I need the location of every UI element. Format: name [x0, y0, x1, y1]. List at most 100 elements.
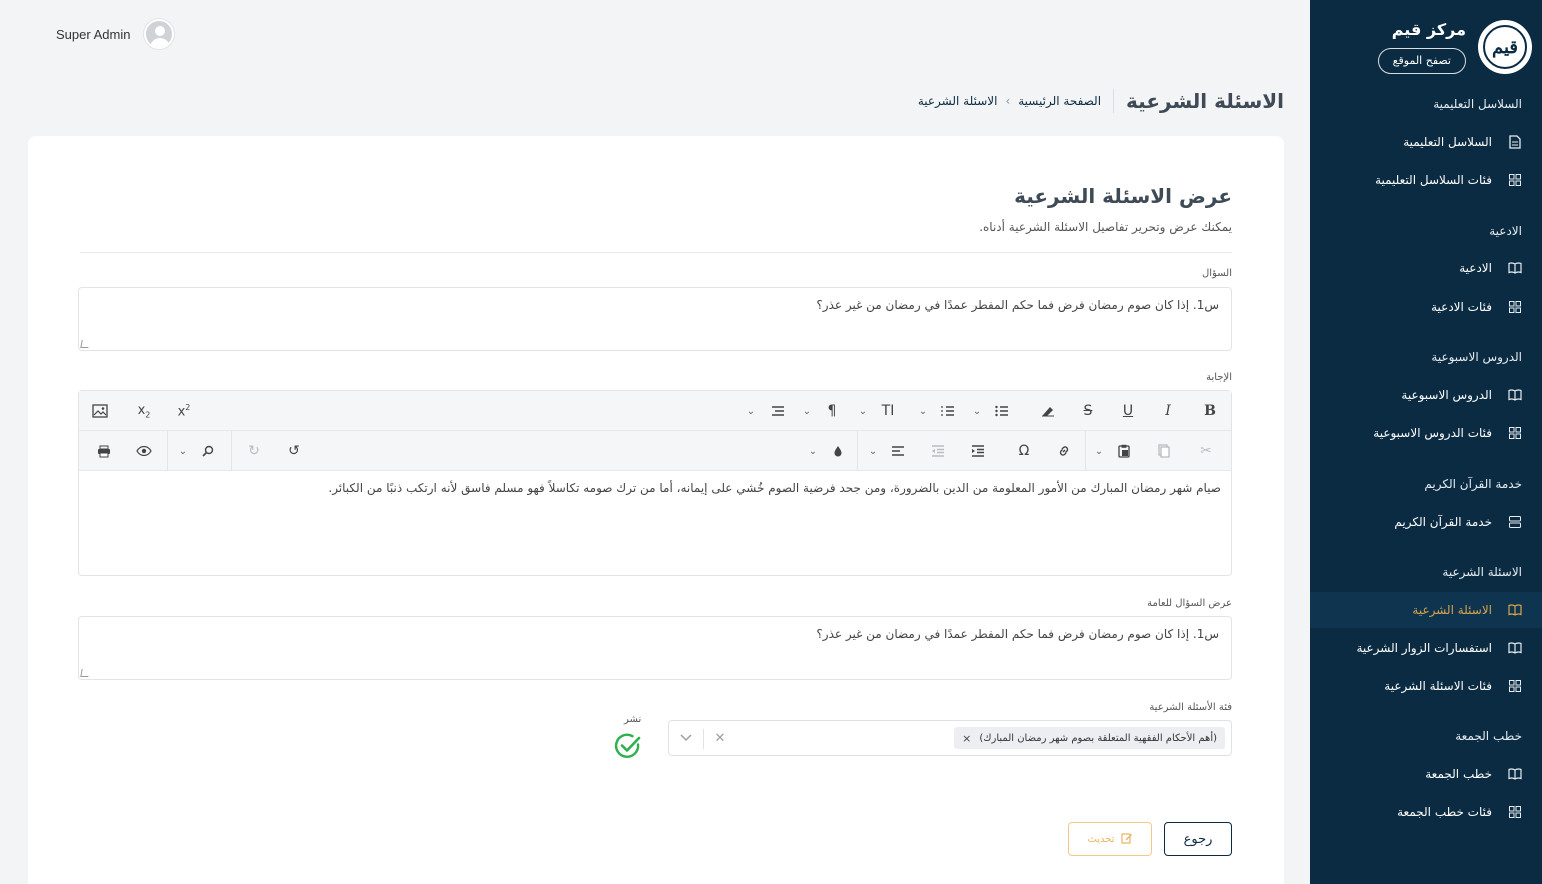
- chevron-down-icon[interactable]: ⌄: [1091, 439, 1107, 463]
- sidebar-item-label: فئات الدروس الاسبوعية: [1373, 426, 1492, 440]
- ordered-list-icon[interactable]: [935, 399, 961, 423]
- sidebar-item-friday-sermon-categories[interactable]: فئات خطب الجمعة: [1310, 794, 1542, 830]
- underline-icon[interactable]: U: [1115, 399, 1141, 423]
- chevron-down-icon[interactable]: [677, 729, 695, 747]
- back-button[interactable]: رجوع: [1164, 822, 1232, 856]
- sidebar-item-visitor-inquiries[interactable]: استفسارات الزوار الشرعية: [1310, 630, 1542, 666]
- indent-icon[interactable]: [965, 439, 991, 463]
- section-head-sharia-questions: الاسئلة الشرعية: [1442, 565, 1522, 579]
- chevron-down-icon[interactable]: ⌄: [805, 439, 821, 463]
- back-button-label: رجوع: [1183, 831, 1213, 846]
- sidebar-item-label: الادعية: [1459, 261, 1492, 275]
- sidebar-item-sharia-question-categories[interactable]: فئات الاسئلة الشرعية: [1310, 668, 1542, 704]
- grid-icon: [1508, 679, 1522, 693]
- sidebar-item-supplication-categories[interactable]: فئات الادعية: [1310, 289, 1542, 325]
- sidebar-item-label: فئات خطب الجمعة: [1397, 805, 1492, 819]
- question-textarea[interactable]: س1. إذا كان صوم رمضان فرض فما حكم المفطر…: [78, 287, 1232, 351]
- sidebar-item-label: فئات الادعية: [1431, 300, 1492, 314]
- sidebar-item-label: خطب الجمعة: [1425, 767, 1492, 781]
- brand-logo-text: قيم: [1483, 25, 1527, 69]
- question-card: عرض الاسئلة الشرعية يمكنك عرض وتحرير تفا…: [28, 136, 1284, 884]
- redo-icon[interactable]: ↻: [241, 439, 267, 463]
- link-icon[interactable]: [1051, 439, 1077, 463]
- sidebar-item-weekly-lesson-categories[interactable]: فئات الدروس الاسبوعية: [1310, 415, 1542, 451]
- chevron-down-icon[interactable]: ⌄: [855, 399, 871, 423]
- chevron-down-icon[interactable]: ⌄: [865, 439, 881, 463]
- public-question-text: س1. إذا كان صوم رمضان فرض فما حكم المفطر…: [816, 627, 1219, 641]
- sidebar-item-label: فئات الاسئلة الشرعية: [1384, 679, 1492, 693]
- undo-icon[interactable]: ↺: [281, 439, 307, 463]
- unordered-list-icon[interactable]: [989, 399, 1015, 423]
- color-icon[interactable]: [825, 439, 851, 463]
- avatar[interactable]: [144, 19, 175, 49]
- resize-grip-icon[interactable]: [80, 340, 90, 348]
- editor-toolbar-row-2: ⌄ ↻ ↺ ⌄ ⌄ Ω ⌄ ✂: [79, 431, 1231, 471]
- grid-icon: [1508, 805, 1522, 819]
- book-icon: [1508, 261, 1522, 275]
- outdent-icon[interactable]: [925, 439, 951, 463]
- user-menu[interactable]: Super Admin: [56, 18, 175, 50]
- copy-icon[interactable]: [1151, 439, 1177, 463]
- sidebar-item-weekly-lessons[interactable]: الدروس الاسبوعية: [1310, 377, 1542, 413]
- find-icon[interactable]: [195, 439, 221, 463]
- category-chip: (أهم الأحكام الفقهية المتعلقة بصوم شهر ر…: [954, 727, 1225, 749]
- book-icon: [1508, 388, 1522, 402]
- edit-icon: [1120, 832, 1133, 847]
- question-label: السؤال: [1202, 268, 1232, 279]
- update-button-label: تحديث: [1087, 833, 1115, 845]
- eraser-icon[interactable]: [1035, 399, 1061, 423]
- bold-icon[interactable]: B: [1197, 399, 1223, 423]
- preview-icon[interactable]: [131, 439, 157, 463]
- sidebar-item-supplications[interactable]: الادعية: [1310, 250, 1542, 286]
- resize-grip-icon[interactable]: [80, 669, 90, 677]
- chevron-down-icon[interactable]: ⌄: [915, 399, 931, 423]
- special-char-icon[interactable]: Ω: [1011, 439, 1037, 463]
- chevron-down-icon[interactable]: ⌄: [969, 399, 985, 423]
- superscript-icon[interactable]: x2: [171, 399, 197, 423]
- sidebar-item-label: الاسئلة الشرعية: [1412, 603, 1492, 617]
- paragraph-icon[interactable]: ¶: [819, 399, 845, 423]
- cut-icon[interactable]: ✂: [1193, 439, 1219, 463]
- book-icon: [1508, 603, 1522, 617]
- section-head-quran-service: خدمة القرآن الكريم: [1424, 477, 1522, 491]
- server-icon: [1508, 515, 1522, 529]
- print-icon[interactable]: [91, 439, 117, 463]
- font-size-icon[interactable]: TI: [875, 399, 901, 423]
- align-dropdown-icon[interactable]: [765, 399, 791, 423]
- brand-logo[interactable]: قيم: [1478, 20, 1532, 74]
- publish-check-icon[interactable]: [614, 732, 642, 760]
- chevron-down-icon[interactable]: ⌄: [743, 399, 759, 423]
- image-icon[interactable]: [87, 399, 113, 423]
- toolbar-separator: [167, 431, 168, 471]
- public-question-textarea[interactable]: س1. إذا كان صوم رمضان فرض فما حكم المفطر…: [78, 616, 1232, 680]
- sidebar-item-series-categories[interactable]: فئات السلاسل التعليمية: [1310, 162, 1542, 198]
- card-subtitle: يمكنك عرض وتحرير تفاصيل الاسئلة الشرعية …: [979, 220, 1232, 234]
- breadcrumb: الصفحة الرئيسية › الاسئلة الشرعية: [918, 94, 1101, 108]
- sidebar-item-sharia-questions[interactable]: الاسئلة الشرعية: [1310, 592, 1542, 628]
- answer-rich-editor[interactable]: x2 x2 ⌄ ⌄ ¶ ⌄ TI ⌄ ⌄ S U I B ⌄ ↻ ↺ ⌄ ⌄ Ω…: [78, 390, 1232, 576]
- chevron-down-icon[interactable]: ⌄: [799, 399, 815, 423]
- italic-icon[interactable]: I: [1155, 399, 1181, 423]
- chevron-down-icon[interactable]: ⌄: [175, 439, 191, 463]
- grid-icon: [1508, 426, 1522, 440]
- grid-icon: [1508, 173, 1522, 187]
- clear-icon[interactable]: ✕: [711, 729, 729, 747]
- sidebar-item-series[interactable]: السلاسل التعليمية: [1310, 124, 1542, 160]
- align-left-icon[interactable]: [885, 439, 911, 463]
- brand-title: مركز قيم: [1391, 20, 1466, 39]
- page-header: الاسئلة الشرعية الصفحة الرئيسية › الاسئل…: [918, 86, 1284, 116]
- section-head-weekly-lessons: الدروس الاسبوعية: [1431, 350, 1522, 364]
- sidebar-item-quran-service[interactable]: خدمة القرآن الكريم: [1310, 504, 1542, 540]
- close-icon[interactable]: ×: [962, 732, 971, 745]
- breadcrumb-home[interactable]: الصفحة الرئيسية: [1018, 94, 1101, 108]
- browse-site-button[interactable]: تصفح الموقع: [1377, 48, 1466, 74]
- sidebar-item-friday-sermons[interactable]: خطب الجمعة: [1310, 756, 1542, 792]
- subscript-icon[interactable]: x2: [131, 399, 157, 423]
- paste-icon[interactable]: [1111, 439, 1137, 463]
- sidebar-item-label: استفسارات الزوار الشرعية: [1356, 641, 1492, 655]
- answer-content[interactable]: صيام شهر رمضان المبارك من الأمور المعلوم…: [328, 481, 1221, 495]
- strikethrough-icon[interactable]: S: [1075, 399, 1101, 423]
- category-select[interactable]: ✕ (أهم الأحكام الفقهية المتعلقة بصوم شهر…: [668, 720, 1232, 756]
- sidebar-item-label: خدمة القرآن الكريم: [1394, 515, 1492, 529]
- update-button[interactable]: تحديث: [1068, 822, 1152, 856]
